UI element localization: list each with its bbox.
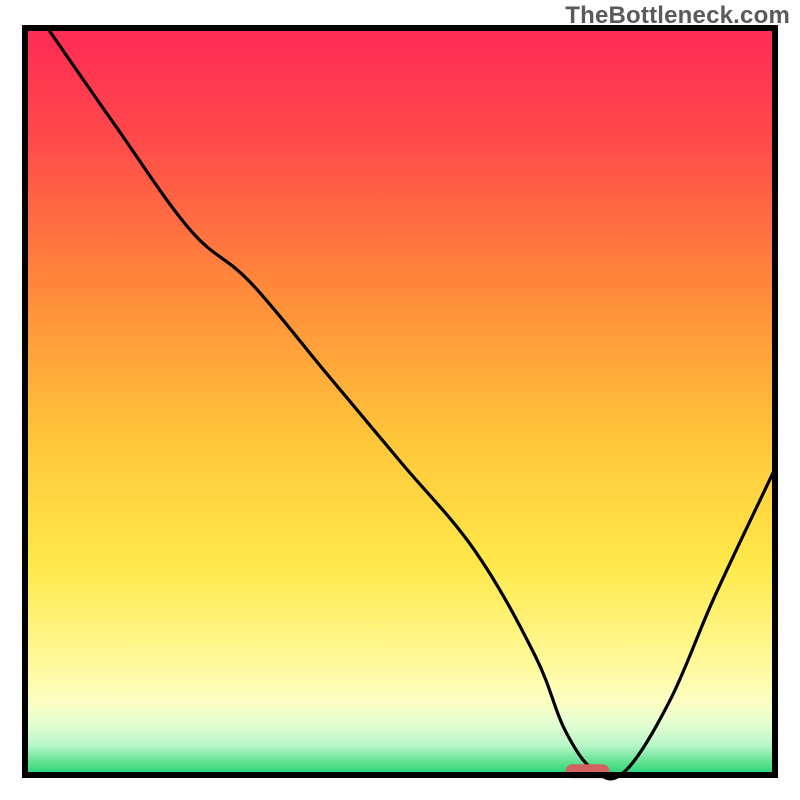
watermark-text: TheBottleneck.com: [565, 2, 790, 30]
chart-container: TheBottleneck.com: [0, 0, 800, 800]
bottleneck-chart: [0, 0, 800, 800]
plot-background: [25, 28, 775, 775]
